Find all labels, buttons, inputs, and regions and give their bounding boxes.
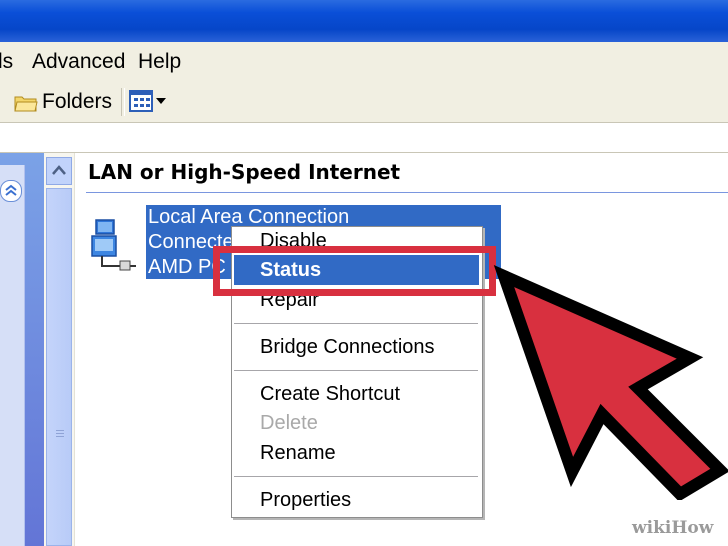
network-connection-icon[interactable] bbox=[90, 214, 140, 272]
folders-button[interactable]: Folders bbox=[6, 86, 116, 118]
folder-icon bbox=[14, 96, 38, 112]
group-header-title: LAN or High-Speed Internet bbox=[88, 160, 401, 184]
menu-advanced[interactable]: Advanced bbox=[32, 50, 125, 74]
views-button[interactable] bbox=[128, 88, 174, 116]
group-header-underline bbox=[86, 192, 728, 193]
toolbar-separator bbox=[121, 88, 125, 116]
scroll-up-arrow-icon bbox=[52, 165, 66, 175]
menu-help[interactable]: Help bbox=[138, 50, 181, 74]
menu-tools[interactable]: ls bbox=[0, 50, 13, 74]
menu-separator bbox=[234, 476, 478, 477]
pointer-arrow-icon bbox=[493, 264, 728, 500]
watermark-logo: wikiHow bbox=[632, 518, 714, 538]
menu-item-rename[interactable]: Rename bbox=[260, 442, 336, 465]
menu-item-delete: Delete bbox=[260, 412, 318, 434]
menu-separator bbox=[234, 323, 478, 324]
views-icon bbox=[129, 90, 166, 112]
address-divider bbox=[0, 152, 728, 153]
window-titlebar bbox=[0, 0, 728, 42]
toolbar: Folders bbox=[0, 82, 728, 123]
menu-item-bridge-connections[interactable]: Bridge Connections bbox=[260, 336, 435, 359]
collapse-chevron-icon[interactable] bbox=[0, 180, 22, 202]
menu-item-create-shortcut[interactable]: Create Shortcut bbox=[260, 383, 400, 406]
scroll-grip-icon bbox=[56, 430, 64, 437]
menu-separator bbox=[234, 370, 478, 371]
task-pane-box bbox=[0, 165, 25, 546]
scroll-thumb[interactable] bbox=[46, 188, 72, 546]
address-area bbox=[0, 123, 728, 153]
folders-label: Folders bbox=[42, 90, 113, 113]
menu-bar: ls Advanced Help bbox=[0, 42, 728, 83]
highlight-box bbox=[213, 246, 496, 296]
scroll-up-button[interactable] bbox=[46, 157, 72, 185]
menu-item-properties[interactable]: Properties bbox=[260, 489, 351, 512]
